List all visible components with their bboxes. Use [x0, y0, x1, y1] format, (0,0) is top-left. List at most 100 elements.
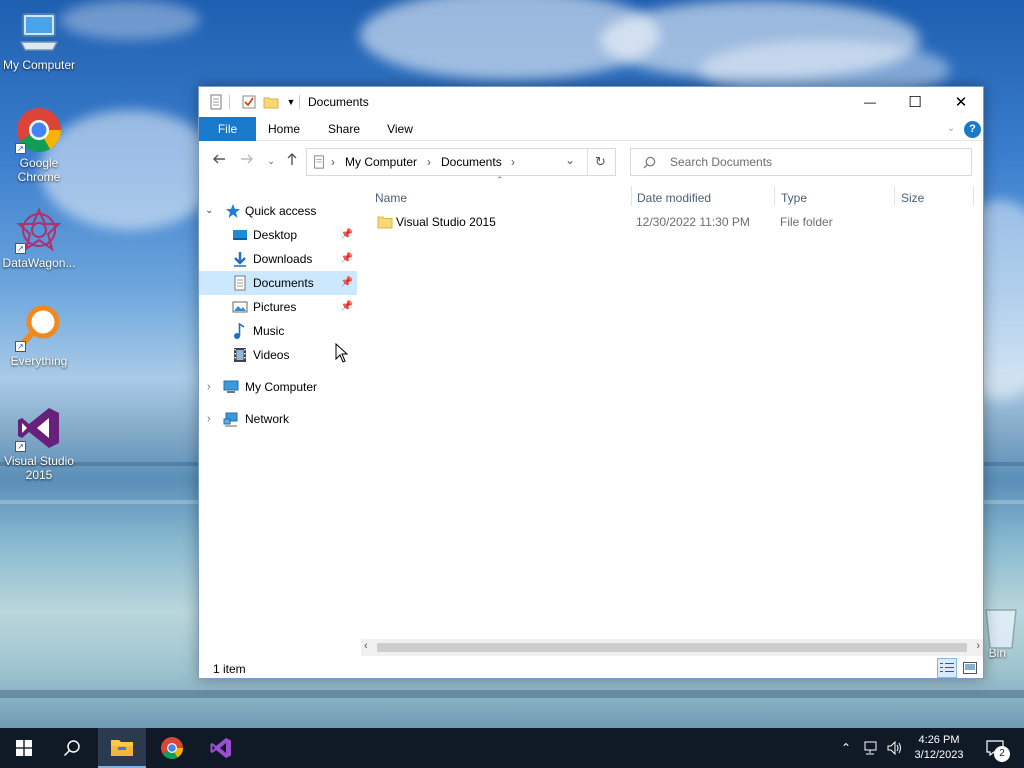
search-icon [643, 156, 656, 169]
maximize-icon: ☐ [908, 94, 922, 111]
column-divider[interactable] [973, 186, 974, 206]
refresh-icon[interactable]: ↻ [595, 154, 606, 170]
title-bar[interactable]: ▼ Documents — ☐ ✕ [199, 87, 983, 117]
new-folder-icon[interactable] [263, 94, 279, 110]
start-button[interactable] [0, 728, 48, 768]
desktop-folder-icon [233, 230, 247, 240]
notification-count-badge: 2 [994, 746, 1010, 762]
divider [587, 149, 588, 175]
file-explorer-icon [111, 740, 133, 756]
nav-item-pictures[interactable]: Pictures 📌 [199, 295, 357, 319]
nav-item-downloads[interactable]: Downloads 📌 [199, 247, 357, 271]
nav-my-computer[interactable]: › My Computer [199, 375, 357, 399]
nav-quick-access[interactable]: ⌄ Quick access [199, 199, 357, 223]
column-divider[interactable] [894, 186, 895, 206]
show-hidden-icons-chevron-icon[interactable]: ⌃ [836, 728, 856, 768]
taskbar-search-button[interactable] [48, 728, 96, 768]
large-icons-view-icon [963, 662, 977, 674]
computer-icon [223, 380, 239, 393]
documents-location-icon [314, 155, 324, 169]
up-button[interactable] [282, 151, 302, 171]
cloud [60, 0, 200, 40]
everything-search-icon: ↗ [15, 304, 63, 352]
file-name: Visual Studio 2015 [396, 215, 496, 229]
collapsed-chevron-icon[interactable]: › [207, 407, 211, 431]
action-center-button[interactable]: 2 [978, 728, 1012, 768]
desktop-icon-google-chrome[interactable]: ↗ Google Chrome [0, 106, 78, 184]
help-icon[interactable]: ? [964, 121, 981, 138]
collapsed-chevron-icon[interactable]: › [207, 375, 211, 399]
file-type: File folder [780, 215, 833, 229]
visual-studio-icon [210, 738, 231, 758]
shortcut-arrow-icon: ↗ [15, 243, 26, 254]
taskbar-visual-studio[interactable] [197, 728, 245, 768]
desktop-icon-my-computer[interactable]: My Computer [0, 8, 78, 72]
nav-item-videos[interactable]: Videos [199, 343, 357, 367]
scroll-left-icon[interactable]: ‹ [364, 640, 368, 652]
ribbon-tabs: File Home Share View ⌄ ? [199, 117, 983, 141]
item-count: 1 item [213, 662, 246, 676]
column-header-name[interactable]: Name [375, 189, 407, 207]
address-history-dropdown-icon[interactable]: ⌄ [565, 153, 575, 167]
desktop-icon-visual-studio[interactable]: ↗ Visual Studio 2015 [0, 404, 78, 482]
taskbar-file-explorer[interactable] [98, 728, 146, 768]
pin-icon: 📌 [340, 277, 353, 288]
forward-button[interactable] [237, 151, 257, 171]
nav-item-documents[interactable]: Documents 📌 [199, 271, 357, 295]
music-note-icon [234, 323, 245, 339]
column-divider[interactable] [774, 186, 775, 206]
large-icons-view-button[interactable] [960, 658, 980, 678]
videos-film-icon [234, 348, 246, 362]
table-row[interactable]: Visual Studio 2015 12/30/2022 11:30 PM F… [373, 211, 973, 233]
details-view-button[interactable] [937, 658, 957, 678]
search-input[interactable]: Search Documents [670, 155, 772, 169]
column-divider[interactable] [631, 186, 632, 206]
address-bar[interactable]: › My Computer › Documents › ⌄ ↻ [306, 148, 616, 176]
search-box[interactable]: Search Documents [630, 148, 972, 176]
column-header-type[interactable]: Type [781, 189, 807, 207]
status-bar: 1 item [199, 657, 983, 679]
tab-file[interactable]: File [199, 117, 256, 141]
minimize-button[interactable]: — [847, 87, 893, 117]
back-arrow-icon [213, 154, 225, 164]
clock-date: 3/12/2023 [914, 749, 964, 761]
address-toolbar: ⌄ › My Computer › Documents › ⌄ ↻ Search… [199, 141, 983, 181]
checkmark-properties-icon[interactable] [241, 94, 257, 110]
star-icon [226, 204, 240, 218]
breadcrumb-documents[interactable]: Documents [441, 155, 502, 169]
recent-locations-chevron-icon[interactable]: ⌄ [261, 151, 281, 171]
chrome-icon [161, 737, 183, 759]
desktop-icon-datawagon[interactable]: ↗ DataWagon... [0, 206, 78, 270]
tab-share[interactable]: Share [319, 117, 369, 141]
nav-item-desktop[interactable]: Desktop 📌 [199, 223, 357, 247]
taskbar-chrome[interactable] [148, 728, 196, 768]
nav-network[interactable]: › Network [199, 407, 357, 431]
volume-icon[interactable] [884, 728, 906, 768]
maximize-button[interactable]: ☐ [892, 87, 938, 117]
column-header-size[interactable]: Size [901, 189, 924, 207]
horizontal-scrollbar[interactable]: ‹ › [361, 639, 983, 656]
shortcut-arrow-icon: ↗ [15, 143, 26, 154]
column-header-date-modified[interactable]: Date modified [637, 189, 711, 207]
navigation-pane: ⌄ Quick access Desktop 📌 Downloads 📌 Doc… [199, 199, 357, 639]
properties-icon[interactable] [208, 94, 224, 110]
windows-logo-icon [16, 740, 32, 756]
breadcrumb-separator: › [511, 155, 515, 169]
nav-item-music[interactable]: Music [199, 319, 357, 343]
tab-home[interactable]: Home [259, 117, 309, 141]
expand-ribbon-icon[interactable]: ⌄ [943, 121, 959, 137]
back-button[interactable] [209, 151, 229, 171]
scrollbar-thumb[interactable] [377, 643, 967, 652]
quick-access-dropdown-icon[interactable]: ▼ [283, 94, 299, 110]
tab-view[interactable]: View [375, 117, 425, 141]
scroll-right-icon[interactable]: › [976, 640, 980, 652]
clock[interactable]: 4:26 PM 3/12/2023 [908, 728, 970, 768]
divider [299, 95, 300, 109]
close-icon: ✕ [954, 94, 968, 111]
desktop-icon-everything[interactable]: ↗ Everything [0, 304, 78, 368]
breadcrumb-my-computer[interactable]: My Computer [345, 155, 417, 169]
close-button[interactable]: ✕ [938, 87, 984, 117]
file-explorer-window: ▼ Documents — ☐ ✕ File Home Share View ⌄… [198, 86, 984, 679]
expanded-chevron-icon[interactable]: ⌄ [205, 199, 213, 223]
network-status-icon[interactable] [860, 728, 882, 768]
